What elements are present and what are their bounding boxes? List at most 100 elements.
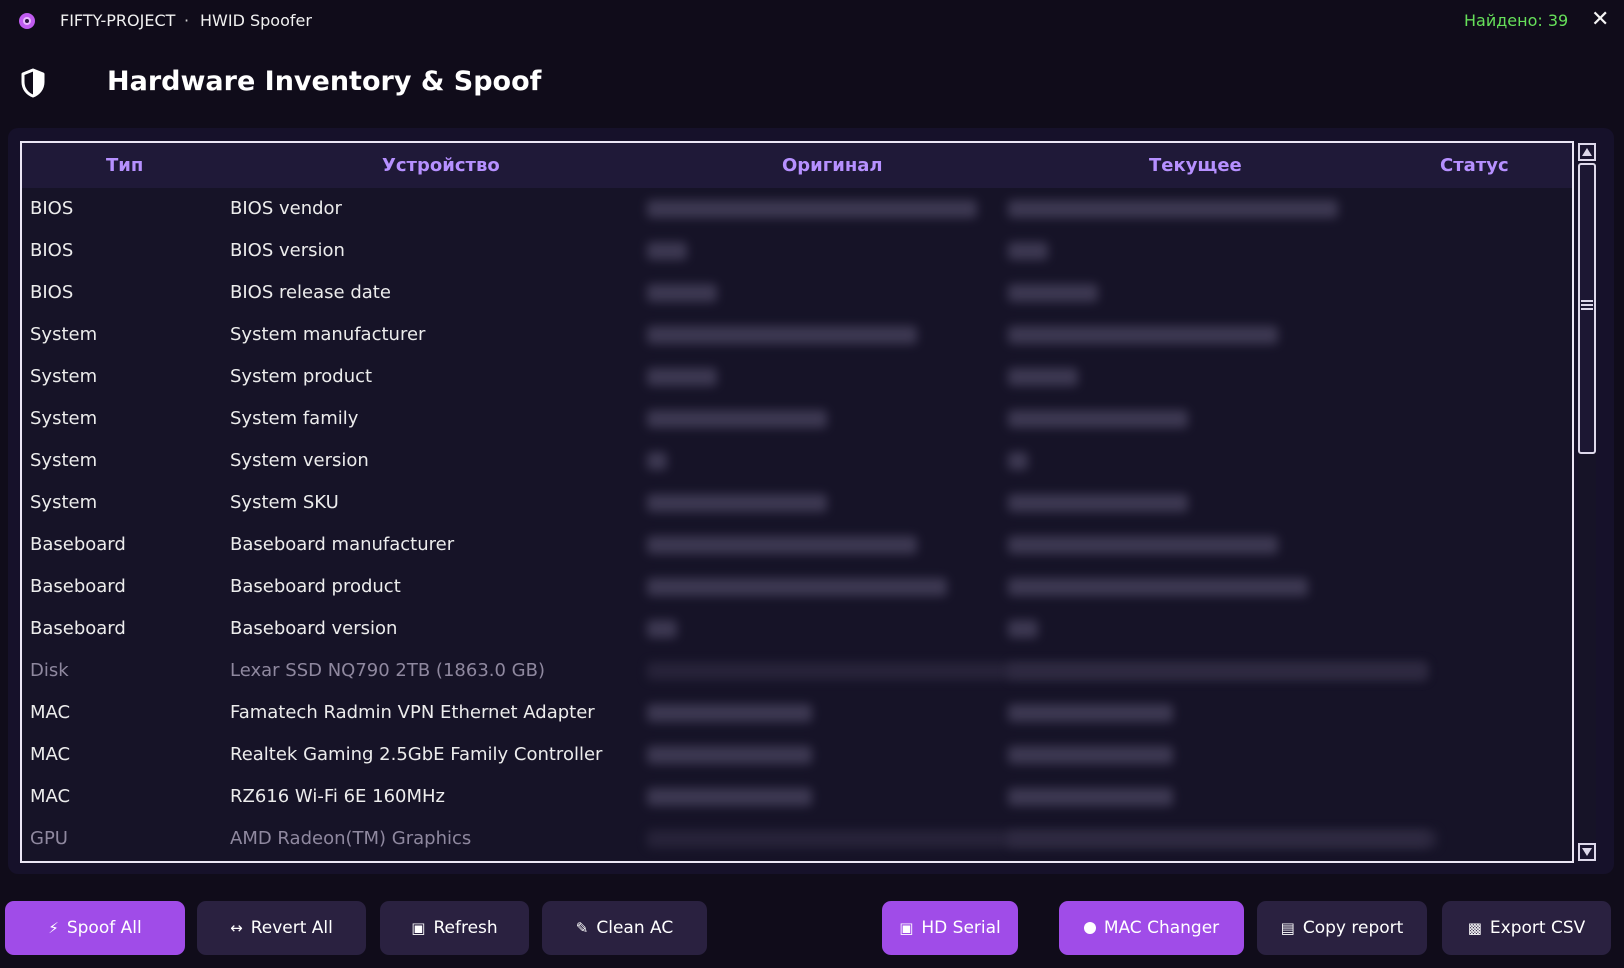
cell-current-redacted xyxy=(1008,662,1428,680)
clean-ac-button[interactable]: ✎ Clean AC xyxy=(542,901,707,955)
page-title: Hardware Inventory & Spoof xyxy=(107,66,542,97)
table-row[interactable]: Baseboard Baseboard product xyxy=(22,566,1572,608)
cell-device: System product xyxy=(230,366,373,387)
cell-device: BIOS release date xyxy=(230,282,391,303)
cell-original-redacted xyxy=(647,452,667,470)
cell-device: Baseboard product xyxy=(230,576,401,597)
close-button[interactable]: ✕ xyxy=(1591,6,1609,34)
column-header-original[interactable]: Оригинал xyxy=(782,155,883,176)
refresh-icon: ▣ xyxy=(411,918,426,937)
hardware-table[interactable]: Тип Устройство Оригинал Текущее Статус B… xyxy=(20,141,1574,863)
column-header-current[interactable]: Текущее xyxy=(1149,155,1242,176)
cell-current-redacted xyxy=(1008,788,1173,806)
scroll-down-button[interactable] xyxy=(1578,843,1596,861)
column-header-device[interactable]: Устройство xyxy=(382,155,500,176)
cell-device: AMD Radeon(TM) Graphics xyxy=(230,828,472,849)
column-header-status[interactable]: Статус xyxy=(1440,155,1509,176)
table-body: BIOS BIOS vendor BIOS BIOS version BIOS BIOS … xyxy=(22,188,1572,860)
hd-serial-button[interactable]: ▣ HD Serial xyxy=(882,901,1018,955)
brush-icon: ✎ xyxy=(575,918,589,937)
table-row[interactable]: System System family xyxy=(22,398,1572,440)
cell-type: Disk xyxy=(30,660,69,681)
cell-current-redacted xyxy=(1008,620,1038,638)
save-icon: ▩ xyxy=(1467,918,1482,937)
table-scrollbar[interactable] xyxy=(1576,141,1598,863)
refresh-label: Refresh xyxy=(433,918,498,938)
scroll-up-button[interactable] xyxy=(1578,143,1596,161)
cell-original-redacted xyxy=(647,494,827,512)
cell-original-redacted xyxy=(647,578,947,596)
table-row[interactable]: Baseboard Baseboard version xyxy=(22,608,1572,650)
cell-current-redacted xyxy=(1008,368,1078,386)
cell-device: Baseboard version xyxy=(230,618,398,639)
export-csv-button[interactable]: ▩ Export CSV xyxy=(1442,901,1611,955)
cell-type: Baseboard xyxy=(30,618,126,639)
cell-current-redacted xyxy=(1008,284,1098,302)
cell-current-redacted xyxy=(1008,410,1188,428)
table-row[interactable]: Disk Lexar SSD NQ790 2TB (1863.0 GB) xyxy=(22,650,1572,692)
cell-type: GPU xyxy=(30,828,68,849)
table-row[interactable]: MAC RZ616 Wi-Fi 6E 160MHz xyxy=(22,776,1572,818)
table-row[interactable]: System System manufacturer xyxy=(22,314,1572,356)
export-csv-label: Export CSV xyxy=(1489,918,1586,938)
cell-original-redacted xyxy=(647,746,812,764)
cell-original-redacted xyxy=(647,704,812,722)
cell-type: BIOS xyxy=(30,240,74,261)
revert-all-label: Revert All xyxy=(250,918,333,938)
title-bar: FIFTY-PROJECT · HWID Spoofer Найдено: 39… xyxy=(0,0,1624,42)
copy-report-button[interactable]: ▤ Copy report xyxy=(1257,901,1427,955)
cell-original-redacted xyxy=(647,368,717,386)
cell-type: System xyxy=(30,324,98,345)
table-row[interactable]: GPU AMD Radeon(TM) Graphics xyxy=(22,818,1572,860)
table-row[interactable]: BIOS BIOS version xyxy=(22,230,1572,272)
cell-type: MAC xyxy=(30,744,71,765)
found-count: Найдено: 39 xyxy=(1464,11,1569,30)
cell-device: System SKU xyxy=(230,492,339,513)
cell-type: MAC xyxy=(30,786,71,807)
table-header: Тип Устройство Оригинал Текущее Статус xyxy=(22,143,1572,188)
table-row[interactable]: MAC Famatech Radmin VPN Ethernet Adapter xyxy=(22,692,1572,734)
app-logo-icon xyxy=(19,13,35,29)
cell-current-redacted xyxy=(1008,452,1028,470)
arrows-icon: ↔ xyxy=(230,918,243,937)
table-row[interactable]: System System product xyxy=(22,356,1572,398)
revert-all-button[interactable]: ↔ Revert All xyxy=(197,901,366,955)
grip-icon xyxy=(1581,300,1593,310)
cell-device: BIOS vendor xyxy=(230,198,342,219)
cell-current-redacted xyxy=(1008,578,1308,596)
cell-device: Lexar SSD NQ790 2TB (1863.0 GB) xyxy=(230,660,545,681)
cell-original-redacted xyxy=(647,788,812,806)
cell-device: System version xyxy=(230,450,369,471)
cell-current-redacted xyxy=(1008,326,1278,344)
cell-type: BIOS xyxy=(30,282,74,303)
cell-device: System family xyxy=(230,408,359,429)
spoof-all-button[interactable]: ⚡ Spoof All xyxy=(5,901,185,955)
cell-current-redacted xyxy=(1008,242,1048,260)
refresh-button[interactable]: ▣ Refresh xyxy=(380,901,529,955)
table-row[interactable]: BIOS BIOS vendor xyxy=(22,188,1572,230)
mac-changer-label: MAC Changer xyxy=(1103,918,1220,938)
clean-ac-label: Clean AC xyxy=(596,918,674,938)
mac-changer-button[interactable]: MAC Changer xyxy=(1059,901,1244,955)
cell-original-redacted xyxy=(647,410,827,428)
cell-device: System manufacturer xyxy=(230,324,426,345)
table-row[interactable]: Baseboard Baseboard manufacturer xyxy=(22,524,1572,566)
table-row[interactable]: BIOS BIOS release date xyxy=(22,272,1572,314)
scroll-thumb[interactable] xyxy=(1578,163,1596,454)
table-row[interactable]: System System version xyxy=(22,440,1572,482)
table-row[interactable]: MAC Realtek Gaming 2.5GbE Family Controll… xyxy=(22,734,1572,776)
cell-original-redacted xyxy=(647,536,917,554)
triangle-up-icon xyxy=(1582,148,1592,156)
cell-current-redacted xyxy=(1008,200,1338,218)
clipboard-icon: ▤ xyxy=(1280,918,1295,937)
table-row[interactable]: System System SKU xyxy=(22,482,1572,524)
cell-current-redacted xyxy=(1008,536,1278,554)
cell-type: System xyxy=(30,366,98,387)
triangle-down-icon xyxy=(1582,848,1592,856)
cell-device: Famatech Radmin VPN Ethernet Adapter xyxy=(230,702,595,723)
cell-device: Baseboard manufacturer xyxy=(230,534,455,555)
cell-current-redacted xyxy=(1008,704,1173,722)
circle-icon xyxy=(1083,922,1096,934)
column-header-type[interactable]: Тип xyxy=(106,155,143,176)
cell-original-redacted xyxy=(647,200,977,218)
